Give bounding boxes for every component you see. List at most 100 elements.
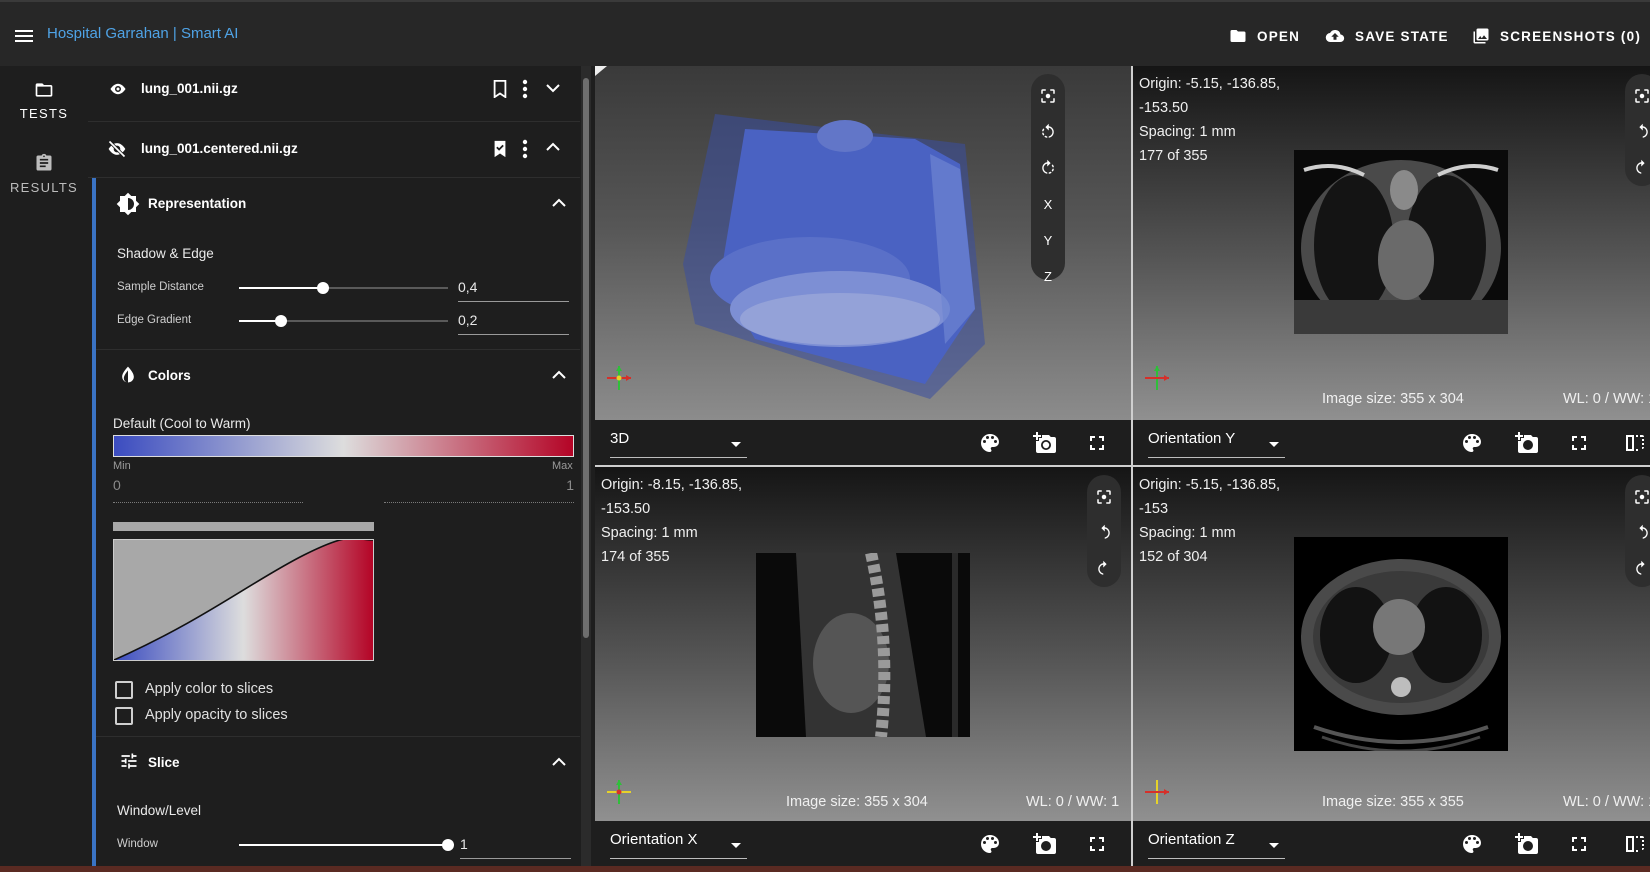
- view-type-select[interactable]: 3D: [610, 430, 747, 458]
- chevron-up-icon[interactable]: [552, 370, 566, 380]
- add-screenshot-icon[interactable]: [1033, 431, 1057, 455]
- coronal-ct-image: [1294, 150, 1508, 334]
- invert-colors-icon: [122, 366, 134, 383]
- rotate-right-button[interactable]: [1625, 551, 1650, 587]
- view-divider-horizontal[interactable]: [595, 465, 1650, 467]
- palette-icon[interactable]: [978, 832, 1002, 856]
- center-focus-icon: [1635, 89, 1649, 103]
- rotate-left-button[interactable]: [1031, 114, 1065, 150]
- screenshots-button[interactable]: SCREENSHOTS (0): [1472, 24, 1641, 48]
- palette-icon[interactable]: [1460, 431, 1484, 455]
- eye-icon[interactable]: [107, 80, 129, 98]
- rotate-left-button[interactable]: [1625, 114, 1650, 150]
- fullscreen-icon[interactable]: [1567, 832, 1591, 856]
- rotate-right-icon: [1636, 560, 1645, 575]
- fullscreen-icon[interactable]: [1085, 832, 1109, 856]
- section-subtitle: Shadow & Edge: [117, 246, 214, 261]
- caret-down-icon: [1269, 843, 1279, 848]
- file-row[interactable]: lung_001.nii.gz: [88, 66, 580, 122]
- reset-camera-button[interactable]: [1087, 479, 1121, 515]
- image-library-icon: [1473, 28, 1489, 44]
- rail-item-results[interactable]: RESULTS: [0, 152, 88, 195]
- chevron-down-icon[interactable]: [546, 83, 560, 93]
- center-focus-icon: [1041, 89, 1055, 103]
- axis-y-button[interactable]: Y: [1031, 222, 1065, 258]
- max-value-input[interactable]: 1: [384, 477, 574, 503]
- opacity-transfer-function-editor[interactable]: [113, 539, 374, 661]
- sample-distance-input[interactable]: 0,4: [458, 279, 569, 302]
- view-x-footer: Orientation X: [595, 821, 1131, 866]
- opacity-range-bar[interactable]: [113, 522, 374, 531]
- palette-icon[interactable]: [1460, 832, 1484, 856]
- apply-color-checkbox[interactable]: [115, 681, 133, 699]
- view-orientation-x[interactable]: Origin: -8.15, -136.85, -153.50 Spacing:…: [595, 467, 1131, 821]
- rotate-right-button[interactable]: [1087, 551, 1121, 587]
- rotate-left-icon: [1639, 524, 1648, 539]
- open-label: OPEN: [1257, 28, 1301, 44]
- view-orientation-z[interactable]: Origin: -5.15, -136.85, -153 Spacing: 1 …: [1133, 467, 1650, 821]
- view-toolbar: [1625, 74, 1650, 186]
- window-level-text: WL: 0 / WW: 1: [1563, 794, 1650, 810]
- save-state-button[interactable]: SAVE STATE: [1325, 24, 1449, 48]
- panel-scrollbar-thumb[interactable]: [583, 78, 589, 638]
- apply-opacity-checkbox[interactable]: [115, 707, 133, 725]
- app-title: Hospital Garrahan | Smart AI: [47, 25, 239, 42]
- axis-z-button[interactable]: Z: [1031, 258, 1065, 294]
- rotate-right-button[interactable]: [1031, 150, 1065, 186]
- view-3d[interactable]: X Y Z: [595, 66, 1131, 420]
- split-view-icon[interactable]: [1623, 431, 1647, 455]
- view-type-value: Orientation Y: [1148, 430, 1236, 447]
- hamburger-menu-icon[interactable]: [12, 24, 36, 48]
- top-app-bar: Hospital Garrahan | Smart AI OPEN SAVE S…: [0, 0, 1650, 66]
- axial-ct-image: [1294, 537, 1508, 751]
- sagittal-slice-image: [756, 553, 970, 737]
- view-type-select[interactable]: Orientation Z: [1148, 831, 1285, 859]
- view-3d-footer: 3D: [595, 420, 1131, 466]
- sagittal-ct-image: [756, 553, 970, 737]
- view-orientation-y[interactable]: Origin: -5.15, -136.85, -153.50 Spacing:…: [1133, 66, 1650, 420]
- rotate-left-button[interactable]: [1625, 515, 1650, 551]
- reset-camera-button[interactable]: [1625, 78, 1650, 114]
- bookmark-outline-icon[interactable]: [492, 80, 508, 98]
- colormap-preset[interactable]: Default (Cool to Warm): [113, 416, 251, 431]
- reset-camera-button[interactable]: [1625, 479, 1650, 515]
- split-view-icon[interactable]: [1623, 832, 1647, 856]
- add-screenshot-icon[interactable]: [1515, 832, 1539, 856]
- view-type-select[interactable]: Orientation X: [610, 831, 747, 859]
- fullscreen-icon[interactable]: [1567, 431, 1591, 455]
- edge-gradient-slider-thumb[interactable]: [274, 315, 287, 327]
- rotate-right-button[interactable]: [1625, 150, 1650, 186]
- navigation-rail: TESTS RESULTS: [0, 66, 88, 866]
- edge-gradient-input[interactable]: 0,2: [458, 312, 569, 335]
- window-slider-thumb[interactable]: [442, 839, 454, 851]
- more-vertical-icon[interactable]: [522, 139, 528, 159]
- palette-icon[interactable]: [978, 431, 1002, 455]
- slice-index-text: 174 of 355: [601, 549, 670, 565]
- rail-item-tests[interactable]: TESTS: [0, 80, 88, 121]
- bookmark-check-icon[interactable]: [492, 140, 508, 158]
- rotate-left-button[interactable]: [1087, 515, 1121, 551]
- add-screenshot-icon[interactable]: [1515, 431, 1539, 455]
- sample-distance-slider-thumb[interactable]: [316, 282, 329, 294]
- chevron-up-icon[interactable]: [552, 757, 566, 767]
- add-screenshot-icon[interactable]: [1033, 832, 1057, 856]
- slider-label: Sample Distance: [117, 281, 204, 293]
- more-vertical-icon[interactable]: [522, 79, 528, 99]
- window-input[interactable]: 1: [460, 836, 571, 859]
- eye-off-icon[interactable]: [105, 139, 129, 159]
- file-name: lung_001.centered.nii.gz: [141, 141, 298, 156]
- fullscreen-icon[interactable]: [1085, 431, 1109, 455]
- axis-x-button[interactable]: X: [1031, 186, 1065, 222]
- origin-text: Origin: -5.15, -136.85,: [1139, 76, 1281, 92]
- view-type-select[interactable]: Orientation Y: [1148, 430, 1285, 458]
- view-type-value: 3D: [610, 430, 630, 447]
- file-row[interactable]: lung_001.centered.nii.gz: [88, 122, 580, 178]
- chevron-up-icon[interactable]: [546, 142, 560, 152]
- coronal-slice-image: [1294, 150, 1508, 334]
- chevron-up-icon[interactable]: [552, 198, 566, 208]
- axis-orientation-icon: [1145, 366, 1169, 390]
- min-value-input[interactable]: 0: [113, 477, 303, 503]
- open-button[interactable]: OPEN: [1229, 24, 1300, 48]
- reset-camera-button[interactable]: [1031, 78, 1065, 114]
- rotate-left-icon: [1042, 123, 1054, 138]
